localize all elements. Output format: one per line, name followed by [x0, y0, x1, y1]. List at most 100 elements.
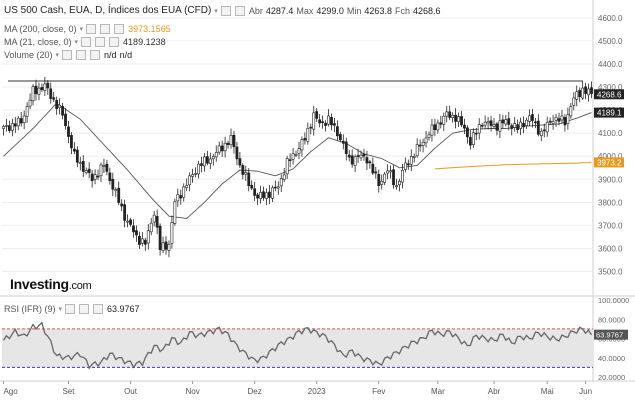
candle: [235, 146, 239, 160]
candle: [182, 186, 186, 198]
candle: [525, 119, 528, 127]
candle: [96, 175, 100, 178]
candle: [333, 123, 336, 126]
candle: [173, 201, 177, 224]
candle: [528, 115, 531, 122]
candle: [294, 154, 298, 156]
ma21-legend: MA (21, close, 0) ▾ 4189.1238: [4, 37, 166, 47]
candle: [279, 178, 283, 187]
candle: [584, 86, 588, 94]
candle: [81, 161, 85, 172]
settings-icon[interactable]: [95, 37, 106, 47]
close-icon[interactable]: [93, 304, 104, 314]
x-tick-label: Nov: [185, 387, 199, 396]
close-icon[interactable]: [90, 50, 101, 60]
close-icon[interactable]: [109, 37, 120, 47]
candle: [315, 111, 319, 119]
candle: [498, 120, 502, 132]
candle: [448, 111, 452, 118]
candle: [7, 125, 11, 131]
candle: [504, 119, 508, 125]
candle: [341, 140, 345, 144]
close-icon[interactable]: [114, 24, 125, 34]
candle: [395, 185, 398, 187]
x-tick-label: Dez: [248, 387, 262, 396]
candle: [37, 87, 41, 95]
candle: [563, 117, 567, 126]
candle: [197, 163, 200, 175]
visibility-icon[interactable]: [81, 37, 92, 47]
candle: [451, 114, 455, 118]
candle: [28, 99, 32, 107]
low-value: 4263.8: [364, 5, 392, 16]
chevron-down-icon[interactable]: ▾: [56, 51, 60, 59]
rsi-label: RSI (IFR) (9): [4, 304, 56, 314]
candle: [40, 87, 44, 91]
candle: [477, 124, 481, 134]
candle: [318, 119, 322, 124]
candle: [114, 189, 118, 191]
candle: [223, 142, 227, 152]
candle: [557, 118, 561, 122]
price-tick-label: 3900.0: [598, 175, 623, 184]
candle: [10, 123, 14, 131]
candle: [430, 124, 434, 136]
candle: [138, 235, 141, 245]
candle: [513, 123, 517, 128]
candle: [489, 120, 493, 126]
candle: [368, 161, 372, 164]
candle: [229, 135, 233, 146]
chevron-down-icon[interactable]: ▾: [214, 7, 218, 15]
candle: [238, 158, 242, 166]
chevron-down-icon[interactable]: ▾: [59, 305, 63, 313]
settings-icon[interactable]: [76, 50, 87, 60]
candle: [46, 82, 50, 89]
candle: [129, 219, 132, 225]
close-label: Fch: [394, 5, 410, 16]
candle: [581, 87, 585, 99]
chevron-down-icon[interactable]: ▾: [80, 25, 84, 33]
candle: [501, 119, 505, 124]
candle: [454, 114, 457, 122]
price-badge-label: 4189.1: [597, 109, 622, 118]
investing-logo: Investing.com: [10, 276, 92, 292]
candle: [300, 139, 304, 151]
candle: [87, 168, 91, 173]
ma200-label: MA (200, close, 0): [4, 24, 77, 34]
x-tick-label: Jun: [579, 387, 592, 396]
candle: [321, 121, 325, 123]
candle: [403, 162, 407, 170]
candle: [380, 180, 384, 185]
visibility-icon[interactable]: [62, 50, 73, 60]
close-value: 4268.6: [412, 5, 441, 16]
candle: [265, 192, 268, 199]
ma200-legend: MA (200, close, 0) ▾ 3973.1565: [4, 24, 171, 34]
candle: [2, 126, 5, 129]
rsi-legend: RSI (IFR) (9) ▾ 63.9767: [4, 304, 140, 314]
candle: [486, 121, 490, 124]
candle: [43, 83, 47, 91]
settings-icon[interactable]: [220, 5, 231, 16]
settings-icon[interactable]: [79, 304, 90, 314]
ma21-value: 4189.1238: [123, 37, 166, 47]
candle: [383, 173, 387, 183]
x-tick-label: Mai: [541, 387, 554, 396]
candle: [471, 132, 475, 145]
candle: [309, 126, 313, 129]
candle: [424, 137, 428, 144]
close-icon[interactable]: [234, 5, 245, 16]
low-label: Min: [346, 5, 362, 16]
candle: [149, 222, 153, 233]
visibility-icon[interactable]: [86, 24, 97, 34]
candle: [463, 124, 466, 129]
settings-icon[interactable]: [100, 24, 111, 34]
high-label: Max: [296, 5, 314, 16]
chevron-down-icon[interactable]: ▾: [75, 38, 79, 46]
volume-value-2: n/d: [119, 50, 133, 60]
x-tick-label: Abr: [488, 387, 501, 396]
candle: [338, 134, 342, 141]
candle: [170, 222, 174, 244]
candle: [406, 163, 410, 166]
candle: [143, 239, 147, 245]
visibility-icon[interactable]: [65, 304, 76, 314]
